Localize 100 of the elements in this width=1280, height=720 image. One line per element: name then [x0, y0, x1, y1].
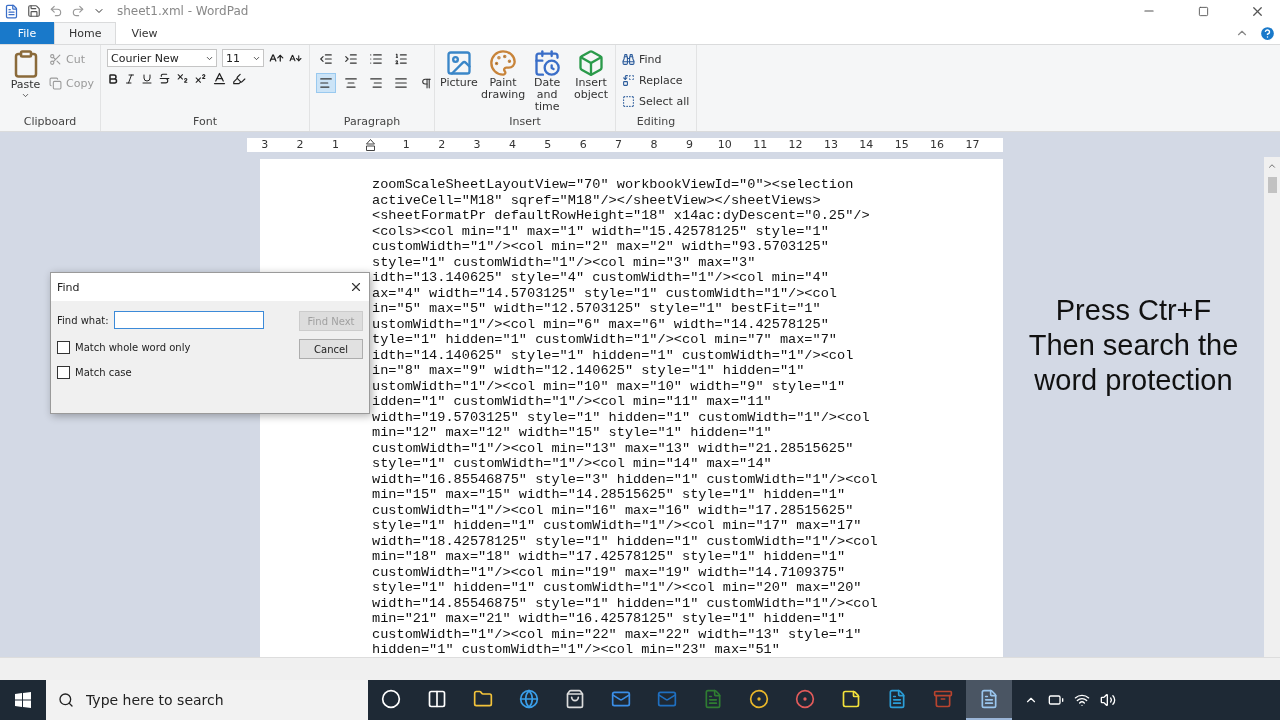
restore-icon	[1197, 5, 1209, 17]
document-line: customWidth="1"/><col min="22" max="22" width="13" style="1"	[372, 626, 863, 642]
outdent-icon	[319, 52, 333, 66]
italic-icon[interactable]	[124, 72, 136, 85]
bold-icon[interactable]	[107, 72, 119, 85]
editing-button[interactable]: Select all	[622, 91, 690, 111]
checkbox[interactable]	[57, 341, 70, 354]
strikethrough-icon[interactable]	[158, 72, 171, 85]
group-label: Font	[192, 115, 218, 130]
document-line: ustomWidth="1"/><col min="10" max="10" width="9" style="1"	[372, 378, 847, 394]
document-line: idden="1" customWidth="1"/><col min="11" max="11"	[372, 394, 773, 410]
caption-line: Press Ctr+F	[1055, 293, 1212, 328]
document-line: ustomWidth="1"/><col min="6" max="6" width="14.42578125"	[372, 316, 830, 332]
sticky-note-icon	[841, 689, 861, 709]
insert-button[interactable]: Paint drawing	[480, 49, 526, 115]
volume-icon[interactable]	[1100, 692, 1116, 708]
file-tab[interactable]: File	[0, 22, 54, 44]
window-title: sheet1.xml - WordPad	[117, 4, 249, 18]
replace-icon	[622, 73, 635, 87]
scroll-thumb[interactable]	[1267, 177, 1277, 193]
document-line: <sheetFormatPr defaultRowHeight="18" x14ac:dyDescent="0.25"/>	[372, 208, 871, 224]
ruler-number: 3	[472, 138, 482, 151]
document-line: <cols><col min="1" max="1" width="15.42578125" style="1"	[372, 223, 830, 239]
document-line: hidden="1" customWidth="1"/><col min="23" max="51"	[372, 642, 781, 657]
underline-icon[interactable]	[141, 72, 153, 85]
insert-button[interactable]: Picture	[437, 49, 481, 115]
group-label: Paragraph	[342, 115, 402, 130]
save-icon[interactable]	[27, 4, 41, 18]
palette-icon	[489, 49, 518, 77]
caption-line: word protection	[1034, 363, 1233, 398]
ruler-number: 2	[295, 138, 305, 151]
document-line: min="15" max="15" width="14.28515625" style="1" hidden="1"	[372, 487, 847, 503]
ruler-number: 1	[330, 138, 340, 151]
document-line: idth="13.140625" style="4" customWidth="1"/><col min="4"	[372, 270, 830, 286]
windows-logo-icon	[15, 692, 31, 708]
highlighter-icon[interactable]	[232, 71, 246, 86]
subscript-icon[interactable]	[176, 72, 189, 85]
binoculars-icon	[622, 52, 635, 66]
ribbon-tab[interactable]: Home	[54, 22, 117, 44]
circle-icon	[381, 689, 401, 709]
document-line: activeCell="M18" sqref="M18"/></sheetView></sheetViews>	[372, 192, 822, 208]
help-icon[interactable]	[1259, 24, 1276, 42]
insert-button[interactable]: Date and time	[525, 49, 570, 115]
document-line: width="14.85546875" style="1" hidden="1" customWidth="1"/><col	[372, 595, 879, 611]
scroll-up-icon[interactable]	[1267, 161, 1277, 171]
document-icon	[887, 689, 907, 709]
close-icon[interactable]	[349, 280, 363, 294]
ruler-number: 11	[752, 138, 769, 151]
document-line: customWidth="1"/><col min="16" max="16" width="17.28515625"	[372, 502, 855, 518]
document-line: idth="14.140625" style="1" hidden="1" customWidth="1"/><col	[372, 347, 855, 363]
align-left-button[interactable]	[316, 73, 336, 93]
align-center-icon	[344, 76, 358, 90]
editing-button[interactable]: Replace	[622, 70, 690, 90]
group-label: Editing	[635, 115, 677, 130]
align-left-icon	[319, 76, 333, 90]
document-line: style="1" customWidth="1"/><col min="3" max="3"	[372, 254, 757, 270]
document-line: min="18" max="18" width="17.42578125" style="1" hidden="1"	[372, 549, 847, 565]
find-what-field[interactable]	[113, 311, 264, 329]
ruler-number: 1	[401, 138, 411, 151]
wifi-icon[interactable]	[1074, 692, 1090, 708]
circle-icon	[749, 689, 769, 709]
field-label: Find what:	[57, 314, 109, 326]
battery-icon[interactable]	[1048, 692, 1064, 708]
align-right-icon	[369, 76, 383, 90]
copy-icon	[49, 76, 63, 90]
paste-button[interactable]: Paste	[6, 49, 46, 115]
vertical-scrollbar[interactable]	[1264, 157, 1280, 657]
caret-icon	[21, 91, 31, 100]
checkbox[interactable]	[57, 366, 70, 379]
checkbox-label: Match case	[75, 367, 132, 378]
document-line: style="1" hidden="1" customWidth="1"/><col min="20" max="20"	[372, 580, 863, 596]
mail-icon	[657, 689, 677, 709]
ruler-number: 15	[893, 138, 910, 151]
scissors-icon	[49, 52, 63, 66]
ruler-number: 2	[437, 138, 447, 151]
document-line: min="21" max="21" width="16.42578125" style="1" hidden="1"	[372, 611, 847, 627]
folder-icon	[473, 689, 493, 709]
redo-icon[interactable]	[71, 4, 85, 18]
font-family-dropdown[interactable]: Courier New	[107, 49, 217, 67]
document-line: customWidth="1"/><col min="19" max="19" width="14.7109375"	[372, 564, 847, 580]
taskbar-search-field[interactable]: Type here to search	[84, 691, 348, 709]
document-line: tyle="1" hidden="1" customWidth="1"/><col min="7" max="7"	[372, 332, 838, 348]
undo-icon[interactable]	[49, 4, 63, 18]
editing-button[interactable]: Find	[622, 49, 690, 69]
ruler-number: 3	[260, 138, 270, 151]
document-line: in="8" max="9" width="12.140625" style="1" hidden="1"	[372, 363, 806, 379]
document-line: style="1" hidden="1" customWidth="1"/><col min="17" max="17"	[372, 518, 863, 534]
indent-marker-icon[interactable]	[366, 138, 376, 151]
taskbar-search-box[interactable]: Type here to search	[46, 680, 368, 720]
text-color-icon[interactable]	[212, 71, 227, 86]
document-line: zoomScaleSheetLayoutView="70" workbookViewId="0"><selection	[372, 177, 855, 193]
superscript-icon[interactable]	[194, 72, 207, 85]
justify-icon	[394, 76, 408, 90]
dialog-button[interactable]: Cancel	[299, 339, 363, 359]
cube-icon	[577, 49, 606, 77]
font-size-dropdown[interactable]: 11	[222, 49, 264, 67]
ruler-number: 16	[929, 138, 946, 151]
ruler-number: 13	[822, 138, 839, 151]
insert-button[interactable]: Insert object	[569, 49, 613, 115]
document-line: customWidth="1"/><col min="2" max="2" width="93.5703125"	[372, 239, 830, 255]
